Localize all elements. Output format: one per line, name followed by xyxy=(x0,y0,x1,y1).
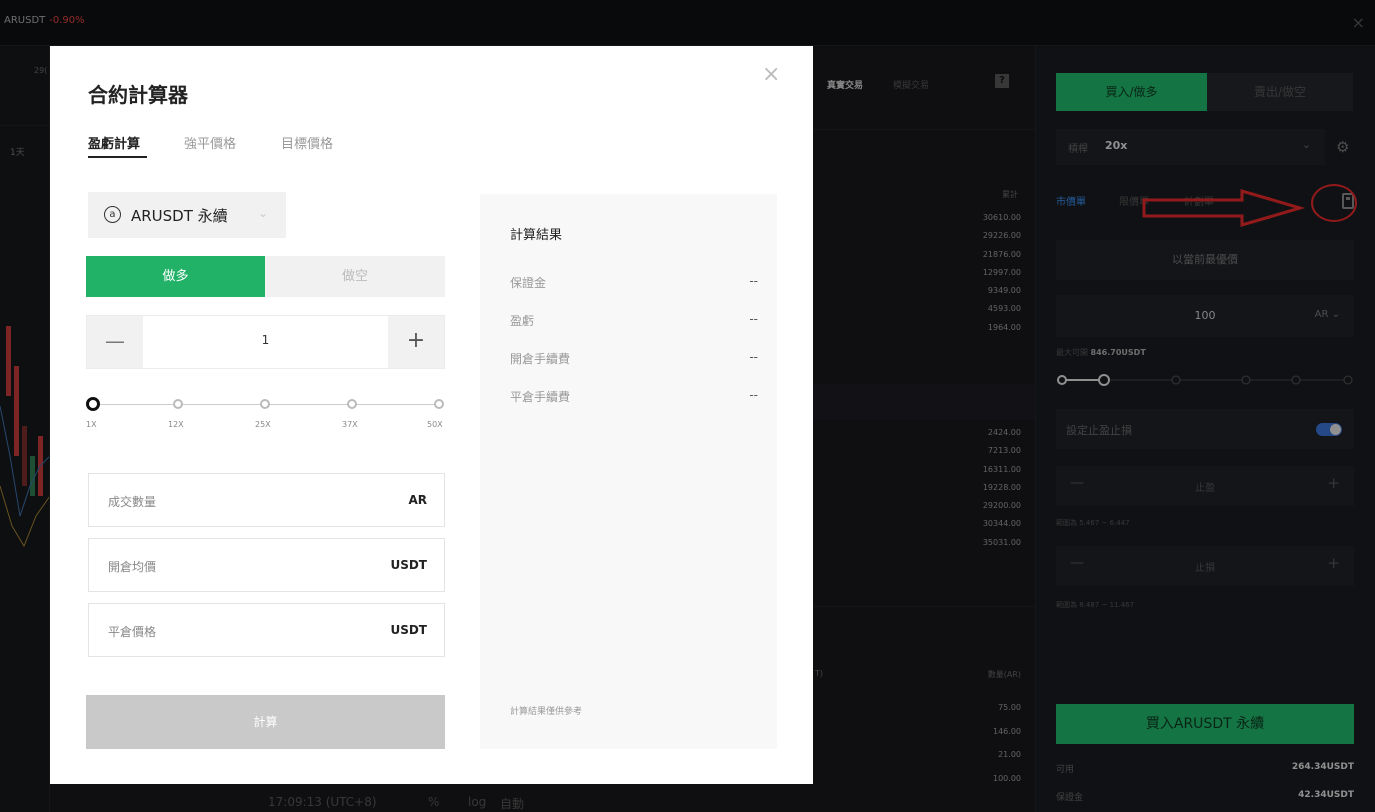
minus-button[interactable]: — xyxy=(87,316,143,368)
open-price-field[interactable]: 開倉均價 USDT xyxy=(88,538,445,592)
tab-pnl[interactable]: 盈虧計算 xyxy=(88,133,140,152)
slider-label: 12X xyxy=(168,420,184,429)
slider-label: 25X xyxy=(255,420,271,429)
close-icon[interactable]: × xyxy=(762,62,780,87)
slider-mark[interactable] xyxy=(434,399,444,409)
leverage-slider[interactable]: 1X 12X 25X 37X 50X xyxy=(86,397,446,437)
slider-mark[interactable] xyxy=(347,399,357,409)
result-row-close-fee: 平倉手續費 -- xyxy=(510,388,758,404)
symbol-select[interactable]: a ARUSDT 永續 ⌄ xyxy=(88,192,286,238)
filled-quantity-field[interactable]: 成交數量 AR xyxy=(88,473,445,527)
slider-label: 1X xyxy=(86,420,97,429)
result-row-open-fee: 開倉手續費 -- xyxy=(510,350,758,366)
slider-handle[interactable] xyxy=(86,397,100,411)
coin-icon: a xyxy=(104,206,121,223)
tab-target-price[interactable]: 目標價格 xyxy=(281,133,333,152)
active-tab-underline xyxy=(88,156,147,158)
slider-label: 37X xyxy=(342,420,358,429)
tab-liquidation-price[interactable]: 強平價格 xyxy=(184,133,236,152)
symbol-name: ARUSDT 永續 xyxy=(131,207,228,225)
contract-calculator-modal: 合約計算器 × 盈虧計算 強平價格 目標價格 a ARUSDT 永續 ⌄ 做多 … xyxy=(50,46,813,784)
quantity-stepper: — 1 + xyxy=(86,315,445,369)
slider-label: 50X xyxy=(427,420,443,429)
slider-mark[interactable] xyxy=(260,399,270,409)
result-title: 計算結果 xyxy=(510,228,563,243)
result-row-pnl: 盈虧 -- xyxy=(510,312,758,328)
calculate-button[interactable]: 計算 xyxy=(86,695,445,749)
result-row-margin: 保證金 -- xyxy=(510,274,758,290)
result-disclaimer: 計算結果僅供參考 xyxy=(510,707,583,717)
close-price-field[interactable]: 平倉價格 USDT xyxy=(88,603,445,657)
slider-mark[interactable] xyxy=(173,399,183,409)
modal-title: 合約計算器 xyxy=(88,83,188,107)
chevron-down-icon: ⌄ xyxy=(258,206,269,220)
result-panel: 計算結果 保證金 -- 盈虧 -- 開倉手續費 -- 平倉手續費 -- 計算結果僅供參考 xyxy=(480,194,777,749)
plus-button[interactable]: + xyxy=(388,316,444,368)
quantity-input[interactable]: 1 xyxy=(143,333,388,347)
long-button[interactable]: 做多 xyxy=(86,256,265,297)
short-button[interactable]: 做空 xyxy=(265,256,445,297)
